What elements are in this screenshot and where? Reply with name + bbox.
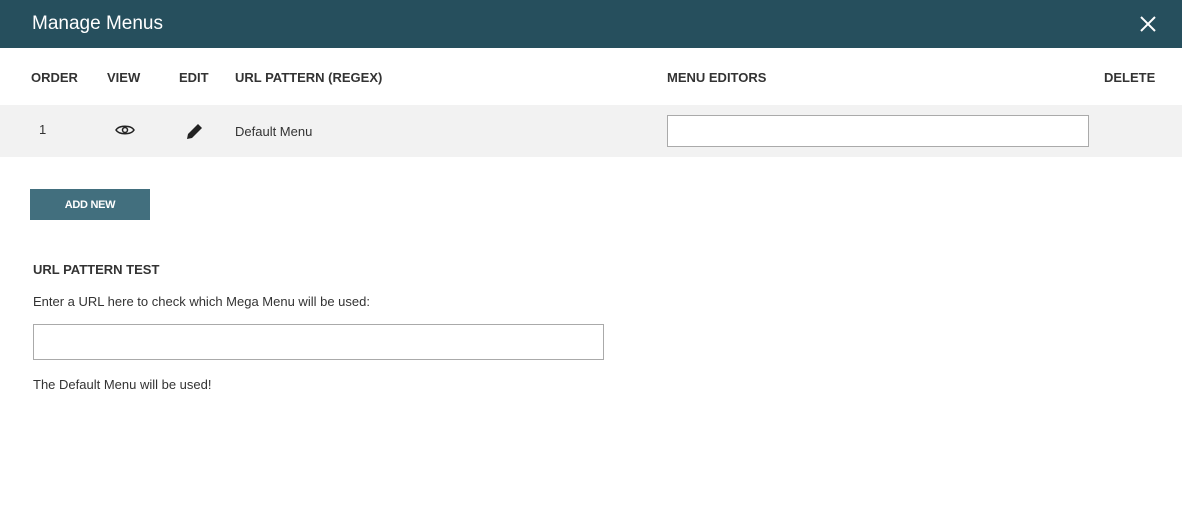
url-test-input[interactable] [33, 324, 604, 360]
modal-title: Manage Menus [32, 13, 163, 34]
menu-editors-input[interactable] [667, 115, 1089, 147]
url-pattern-value: Default Menu [235, 124, 313, 139]
url-test-label: Enter a URL here to check which Mega Men… [33, 294, 370, 309]
url-test-result: The Default Menu will be used! [33, 377, 212, 392]
close-icon[interactable] [1138, 14, 1158, 34]
modal-header: Manage Menus [0, 0, 1182, 48]
column-header-edit: EDIT [179, 70, 209, 85]
column-header-order: ORDER [31, 70, 78, 85]
order-value: 1 [39, 122, 47, 137]
pencil-icon[interactable] [186, 122, 204, 140]
column-header-delete: DELETE [1104, 70, 1156, 85]
column-header-menu-editors: MENU EDITORS [667, 70, 767, 85]
table-row: 1 Default Menu [0, 105, 1182, 157]
eye-icon[interactable] [115, 124, 135, 136]
url-pattern-test-heading: URL PATTERN TEST [33, 262, 160, 277]
column-header-url-pattern: URL PATTERN (REGEX) [235, 70, 383, 85]
column-header-view: VIEW [107, 70, 141, 85]
add-new-button[interactable]: ADD NEW [30, 189, 150, 220]
